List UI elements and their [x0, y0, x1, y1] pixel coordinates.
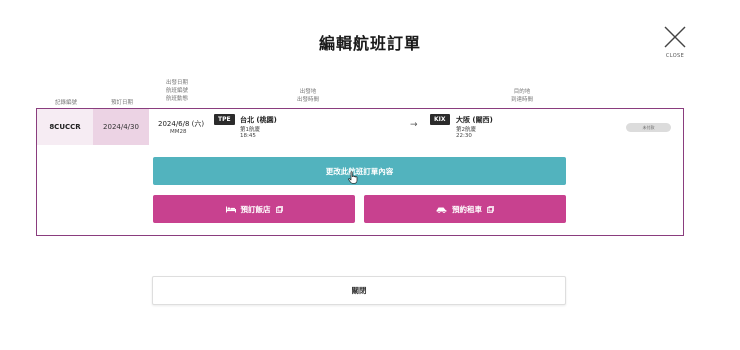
header-destination: 目的地 到達時間 — [500, 88, 544, 104]
rent-car-button[interactable]: 預約租車 — [364, 195, 566, 223]
header-record-no: 記錄編號 — [54, 100, 77, 106]
dialog-title: 編輯航班訂單 — [318, 34, 421, 53]
origin-terminal: 第1航廈 — [240, 127, 260, 133]
route-arrow: → — [410, 120, 418, 130]
header-arrival-time: 到達時間 — [510, 97, 533, 103]
close-icon — [664, 26, 686, 48]
close-dialog-button[interactable]: 關閉 — [152, 276, 566, 305]
destination-iata-badge: KIX — [430, 114, 450, 125]
header-dest: 目的地 — [513, 89, 531, 95]
origin-iata-badge: TPE — [214, 114, 235, 125]
booking-date: 2024/4/30 — [93, 109, 149, 145]
header-booking-date: 預訂日期 — [110, 100, 133, 106]
book-hotel-label: 預訂飯店 — [240, 204, 271, 214]
header-flight-no: 航班編號 — [165, 88, 188, 94]
close-button[interactable]: CLOSE — [660, 26, 690, 62]
external-link-icon — [487, 205, 494, 213]
destination-terminal: 第2航廈 — [456, 127, 476, 133]
header-origin: 出發地 — [299, 89, 317, 95]
destination-city: 大阪 (關西) — [456, 116, 493, 124]
book-hotel-button[interactable]: 預訂飯店 — [153, 195, 355, 223]
external-link-icon — [275, 205, 283, 213]
hand-cursor-icon — [348, 171, 358, 184]
edit-flight-order-button[interactable]: 更改此航班訂單內容 — [153, 157, 566, 185]
origin-city: 台北 (桃園) — [240, 116, 277, 124]
record-no: 8CUCCR — [37, 109, 93, 145]
header-departure: 出發地 出發時間 — [286, 88, 330, 104]
departure-date: 2024/6/8 (六) — [158, 120, 205, 128]
bed-icon — [225, 206, 236, 212]
rent-car-label: 預約租車 — [452, 204, 482, 214]
close-dialog-label: 關閉 — [351, 286, 367, 295]
header-departure-time: 出發時間 — [296, 97, 319, 103]
close-label: CLOSE — [665, 53, 685, 59]
header-flight-info: 出發日期 航班編號 航班動態 — [155, 79, 199, 103]
arrival-time: 22:30 — [456, 133, 472, 139]
departure-time: 18:45 — [240, 133, 256, 139]
car-icon — [436, 207, 447, 213]
header-flight-status: 航班動態 — [165, 96, 188, 102]
flight-no: MM28 — [170, 129, 187, 135]
header-departure-date: 出發日期 — [165, 80, 188, 86]
status-badge: 未付款 — [626, 123, 671, 132]
edit-flight-order-label: 更改此航班訂單內容 — [325, 166, 394, 176]
